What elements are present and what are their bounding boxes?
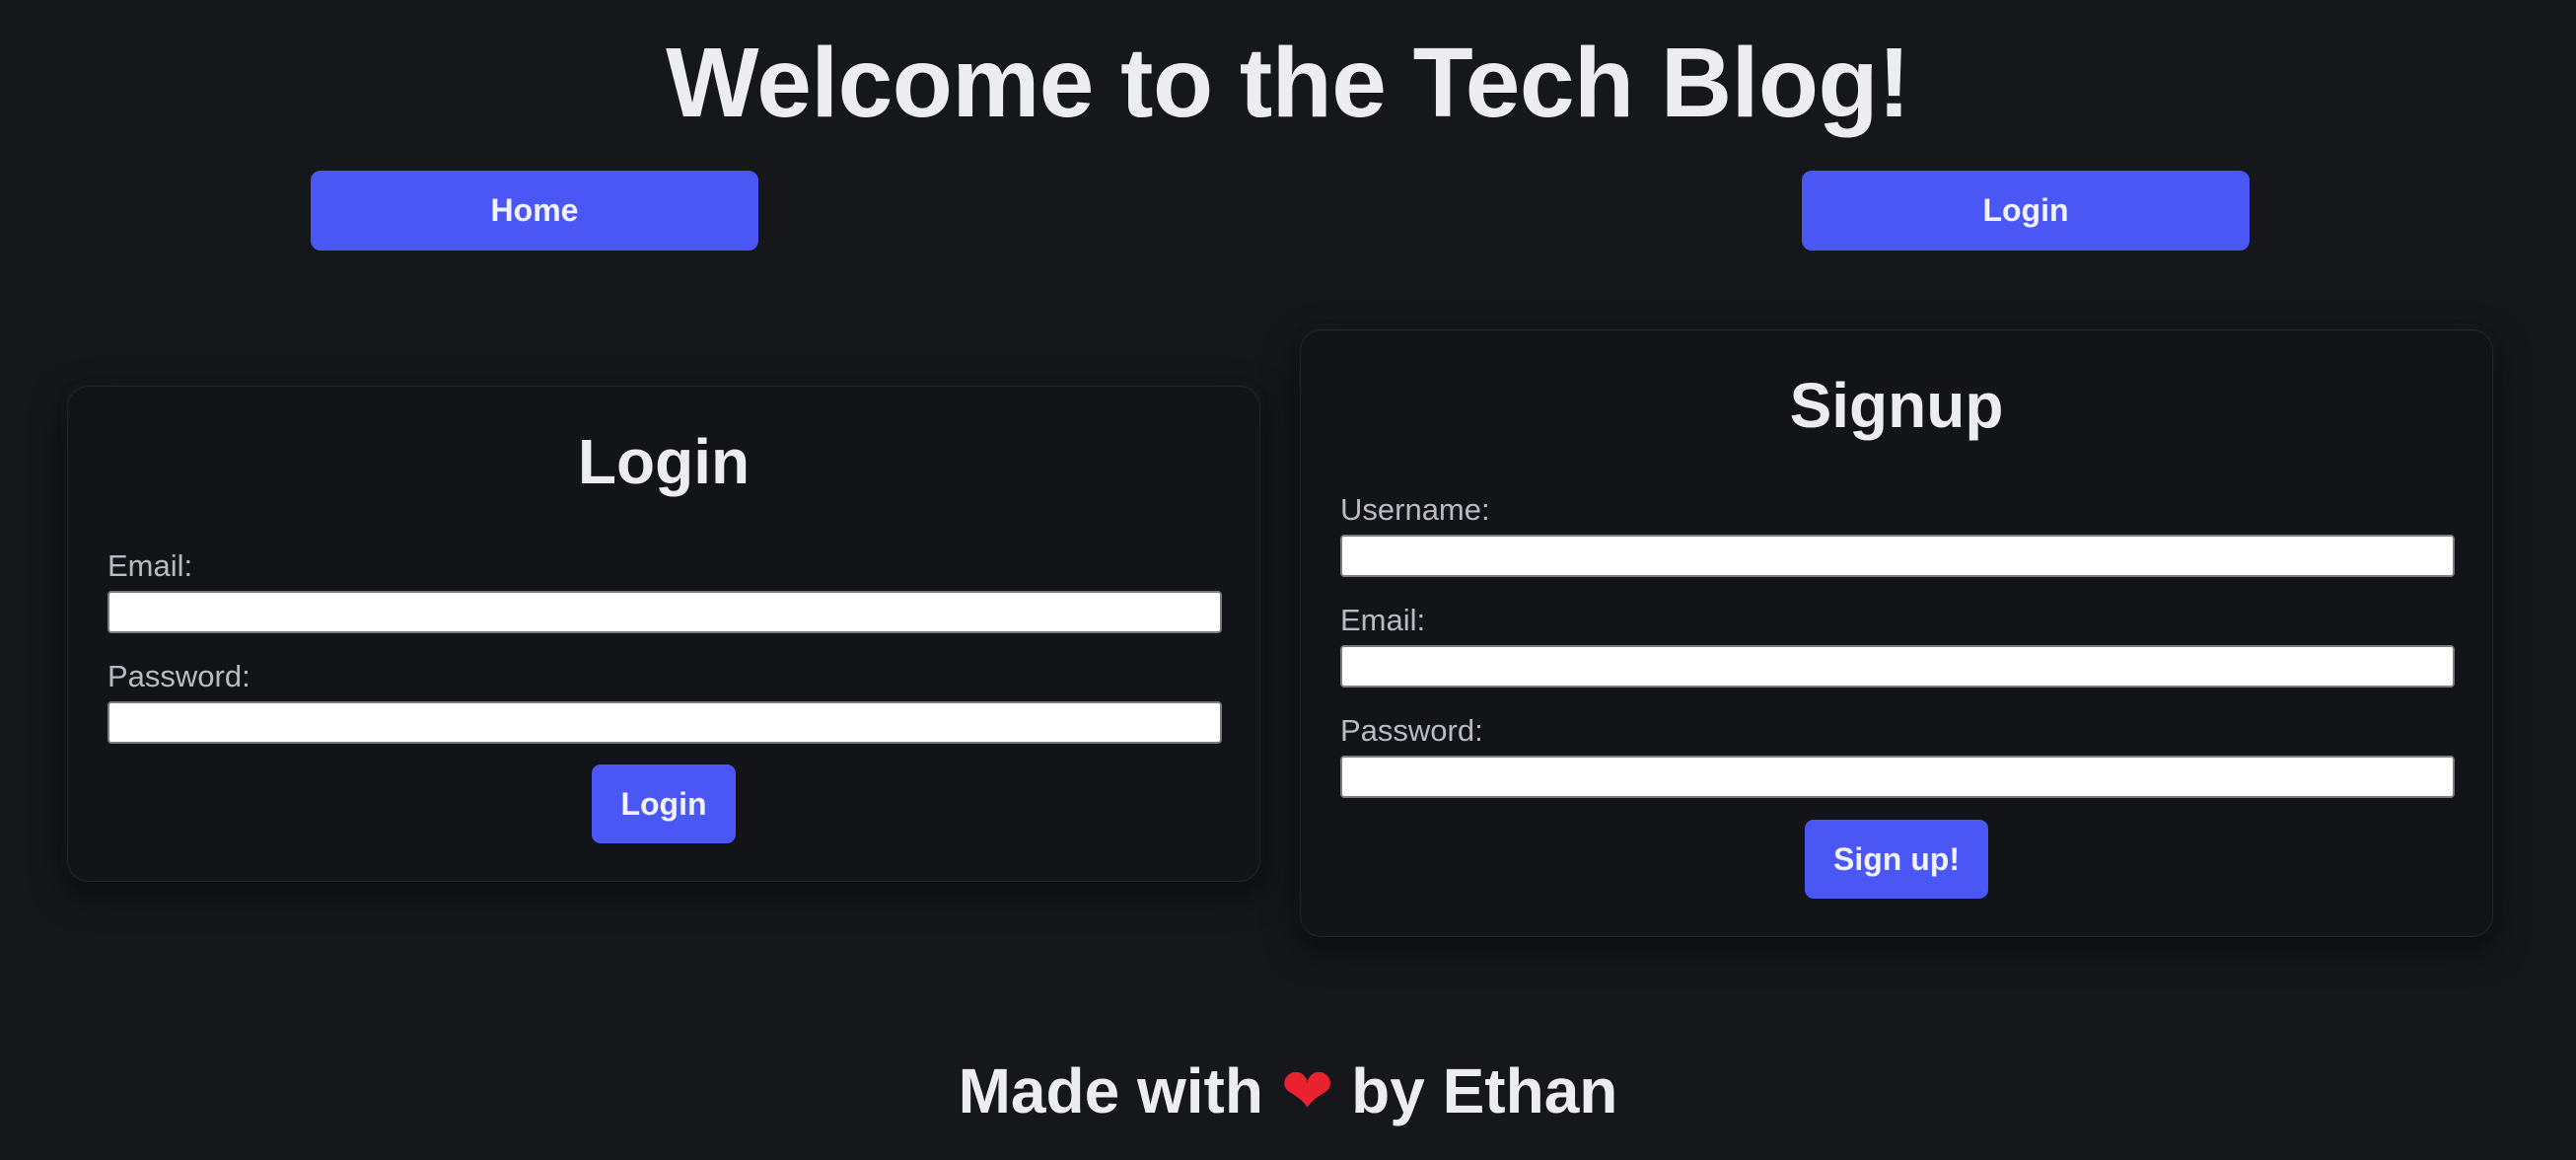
signup-submit-button[interactable]: Sign up! bbox=[1805, 820, 1988, 899]
signup-card-title: Signup bbox=[1789, 370, 2004, 441]
login-nav-button[interactable]: Login bbox=[1802, 171, 2250, 251]
footer-prefix: Made with bbox=[958, 1055, 1263, 1126]
heart-icon: ❤ bbox=[1280, 1055, 1334, 1126]
login-card: Login Email: Password: Login bbox=[67, 386, 1260, 882]
signup-email-input[interactable] bbox=[1340, 645, 2455, 688]
login-password-input[interactable] bbox=[107, 701, 1222, 744]
page-title: Welcome to the Tech Blog! bbox=[666, 28, 1910, 138]
login-submit-button[interactable]: Login bbox=[592, 764, 736, 843]
signup-password-label: Password: bbox=[1340, 713, 1483, 748]
signup-password-input[interactable] bbox=[1340, 756, 2455, 798]
login-card-title: Login bbox=[577, 426, 751, 497]
footer-suffix: by Ethan bbox=[1351, 1055, 1618, 1126]
login-email-label: Email: bbox=[107, 548, 193, 583]
signup-email-label: Email: bbox=[1340, 603, 1426, 637]
login-password-label: Password: bbox=[107, 659, 250, 693]
home-nav-button[interactable]: Home bbox=[311, 171, 758, 251]
login-email-input[interactable] bbox=[107, 591, 1222, 633]
signup-username-input[interactable] bbox=[1340, 535, 2455, 577]
signup-card: Signup Username: Email: Password: Sign u… bbox=[1300, 329, 2493, 937]
footer: Made with ❤ by Ethan bbox=[0, 1053, 2576, 1128]
signup-username-label: Username: bbox=[1340, 492, 1490, 527]
